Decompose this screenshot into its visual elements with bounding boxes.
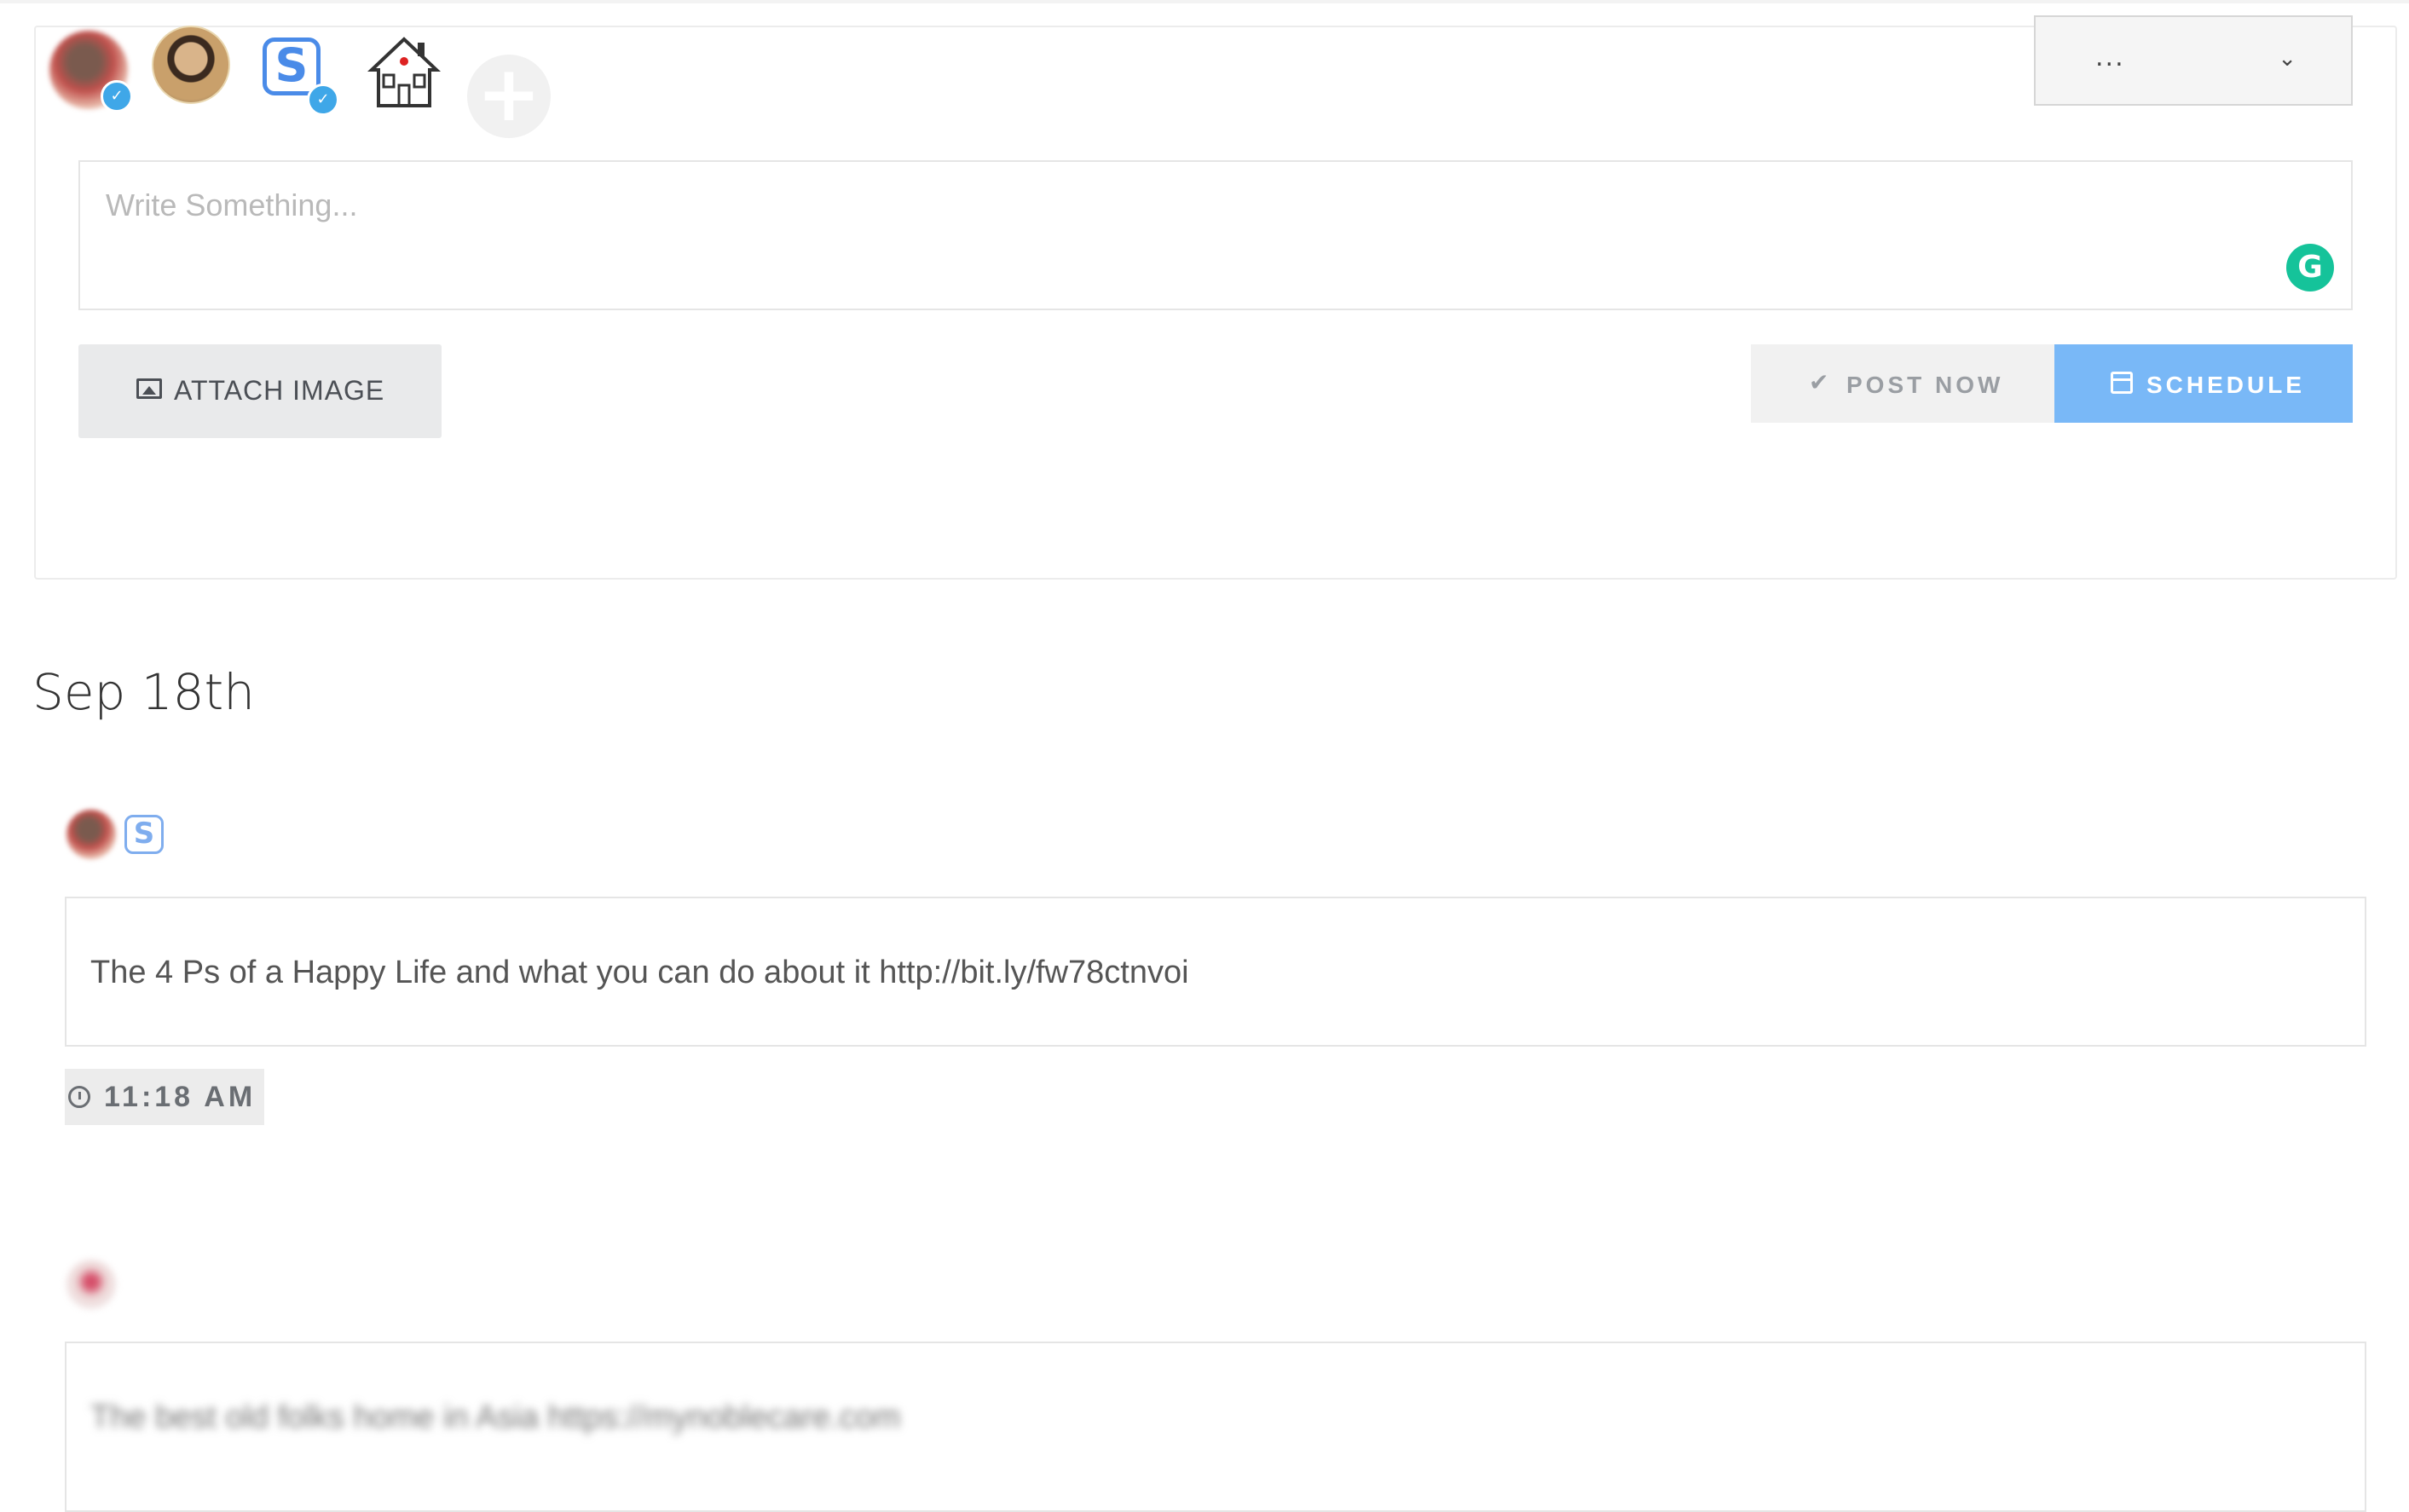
dropdown-value: ... <box>2095 43 2125 72</box>
image-icon <box>136 378 162 399</box>
account-s-icon: S <box>124 810 174 859</box>
scheduled-post[interactable]: The 4 Ps of a Happy Life and what you ca… <box>65 897 2366 1047</box>
top-divider <box>0 0 2409 3</box>
post-text-input[interactable]: Write Something... G <box>78 160 2353 310</box>
verified-check-icon: ✓ <box>307 84 339 116</box>
post-now-button[interactable]: ✔ POST NOW <box>1751 344 2054 423</box>
post-time: 11:18 AM <box>104 1081 257 1113</box>
scheduled-post[interactable]: The best old folks home in Asia https://… <box>65 1342 2366 1512</box>
schedule-label: SCHEDULE <box>2146 372 2306 398</box>
attach-image-label: ATTACH IMAGE <box>174 375 385 406</box>
post-time-badge: 11:18 AM <box>65 1069 264 1125</box>
s-logo-icon: S <box>124 815 164 854</box>
house-icon <box>367 37 442 107</box>
attach-image-button[interactable]: ATTACH IMAGE <box>78 344 442 438</box>
account-avatar-2[interactable] <box>152 26 230 104</box>
post-text: The best old folks home in Asia https://… <box>90 1399 901 1435</box>
post-text: The 4 Ps of a Happy Life and what you ca… <box>90 955 1189 990</box>
schedule-button[interactable]: SCHEDULE <box>2054 344 2353 423</box>
account-avatar-icon <box>66 810 116 859</box>
post-now-label: POST NOW <box>1846 372 2004 398</box>
grammarly-icon[interactable]: G <box>2286 244 2334 291</box>
post-text-placeholder: Write Something... <box>106 188 358 222</box>
chevron-down-icon: ⌄ <box>2278 46 2296 72</box>
date-heading: Sep 18th <box>32 663 256 721</box>
options-dropdown[interactable]: ... ⌄ <box>2034 15 2353 106</box>
clock-icon <box>68 1086 90 1108</box>
calendar-icon <box>2111 372 2133 394</box>
verified-check-icon: ✓ <box>101 80 133 113</box>
add-account-button[interactable]: + <box>467 55 551 138</box>
account-noble-care-logo[interactable] <box>365 32 443 111</box>
check-icon: ✔ <box>1809 368 1833 396</box>
account-avatar-icon <box>66 1260 116 1309</box>
